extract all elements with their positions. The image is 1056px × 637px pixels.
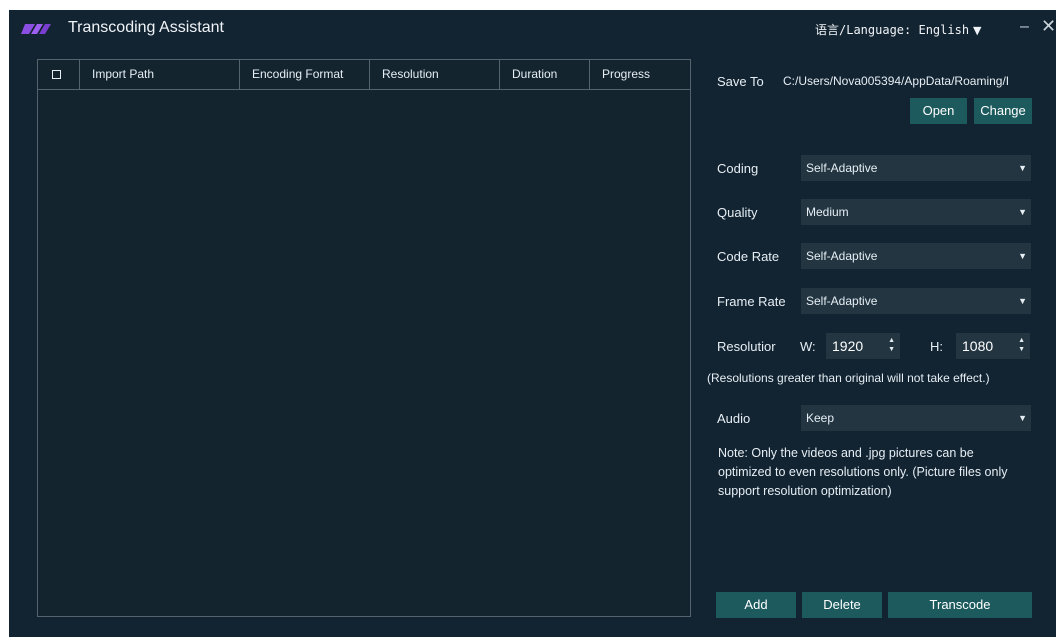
quality-label: Quality (717, 205, 758, 220)
dropdown-arrow-icon: ▼ (1018, 413, 1027, 423)
height-value: 1080 (962, 338, 994, 354)
quality-select[interactable]: Medium ▼ (801, 199, 1031, 225)
height-spinbox[interactable]: 1080 ▲ ▼ (956, 333, 1030, 359)
column-header-import-path[interactable]: Import Path (80, 60, 240, 89)
frame-rate-value: Self-Adaptive (806, 294, 878, 308)
frame-rate-select[interactable]: Self-Adaptive ▼ (801, 288, 1031, 314)
dropdown-arrow-icon: ▼ (1018, 207, 1027, 217)
spin-arrows-icon[interactable]: ▲ ▼ (1018, 336, 1025, 354)
app-title: Transcoding Assistant (68, 19, 224, 36)
title-bar: Transcoding Assistant 语言/Language: Engli… (9, 10, 1056, 48)
audio-label: Audio (717, 411, 751, 426)
select-all-checkbox[interactable] (52, 70, 61, 79)
width-value: 1920 (832, 338, 864, 354)
width-spinbox[interactable]: 1920 ▲ ▼ (826, 333, 900, 359)
coding-select[interactable]: Self-Adaptive ▼ (801, 155, 1031, 181)
open-button[interactable]: Open (910, 98, 967, 124)
audio-value: Keep (806, 411, 835, 425)
column-header-duration[interactable]: Duration (500, 60, 590, 89)
width-label: W: (800, 339, 816, 354)
height-label: H: (930, 339, 943, 354)
coding-value: Self-Adaptive (806, 161, 878, 175)
audio-select[interactable]: Keep ▼ (801, 405, 1031, 431)
dropdown-arrow-icon: ▼ (1018, 251, 1027, 261)
language-selector[interactable]: 语言/Language: English ▼ (815, 21, 982, 38)
column-header-resolution[interactable]: Resolution (370, 60, 500, 89)
dropdown-arrow-icon: ▼ (1018, 163, 1027, 173)
coding-label: Coding (717, 161, 759, 176)
change-button[interactable]: Change (974, 98, 1032, 124)
header-select-all-cell (38, 60, 80, 89)
app-logo-icon (21, 24, 51, 34)
app-window: Transcoding Assistant 语言/Language: Engli… (9, 10, 1056, 637)
language-label: 语言/Language: English (815, 23, 970, 37)
frame-rate-label: Frame Rate (717, 294, 786, 309)
add-button[interactable]: Add (716, 592, 796, 618)
column-header-progress[interactable]: Progress (590, 60, 690, 89)
close-button[interactable]: ✕ (1041, 16, 1056, 37)
transcode-button[interactable]: Transcode (888, 592, 1032, 618)
dropdown-arrow-icon: ▼ (1018, 296, 1027, 306)
quality-value: Medium (806, 205, 849, 219)
column-header-encoding-format[interactable]: Encoding Format (240, 60, 370, 89)
resolution-hint: (Resolutions greater than original will … (707, 371, 990, 385)
save-to-label: Save To (717, 74, 764, 89)
code-rate-select[interactable]: Self-Adaptive ▼ (801, 243, 1031, 269)
note-text: Note: Only the videos and .jpg pictures … (718, 446, 1008, 498)
delete-button[interactable]: Delete (802, 592, 882, 618)
save-path-field[interactable]: C:/Users/Nova005394/AppData/Roaming/I (783, 74, 1031, 88)
minimize-button[interactable]: – (1020, 18, 1029, 36)
code-rate-value: Self-Adaptive (806, 249, 878, 263)
resolution-label: Resolutior (717, 339, 776, 354)
code-rate-label: Code Rate (717, 249, 780, 264)
chevron-down-icon: ▼ (973, 24, 982, 37)
file-table[interactable]: Import Path Encoding Format Resolution D… (37, 59, 691, 617)
table-header: Import Path Encoding Format Resolution D… (38, 60, 690, 90)
spin-arrows-icon[interactable]: ▲ ▼ (888, 336, 895, 354)
